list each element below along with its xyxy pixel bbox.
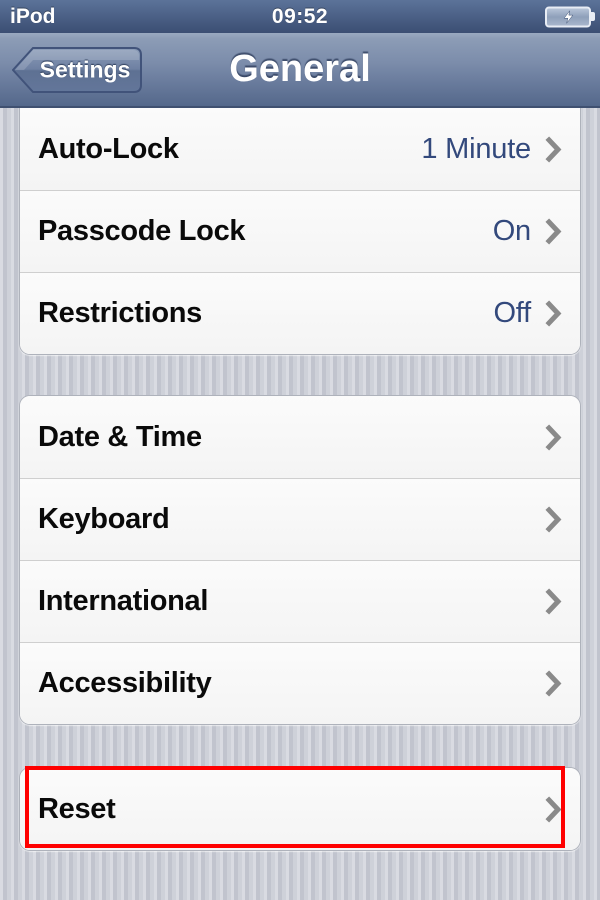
chevron-right-icon: [545, 300, 562, 327]
chevron-right-icon: [545, 423, 562, 451]
chevron-right-icon: [545, 588, 562, 615]
row-value: On: [492, 215, 531, 247]
settings-group-reset: Reset: [19, 767, 581, 851]
back-button-settings[interactable]: Settings: [12, 46, 142, 93]
row-label: Date & Time: [38, 420, 202, 453]
settings-row-passcode-lock[interactable]: Passcode Lock On: [20, 190, 580, 272]
row-value: Off: [493, 297, 531, 329]
settings-row-auto-lock[interactable]: Auto-Lock 1 Minute: [20, 108, 580, 190]
clock-label: 09:52: [271, 4, 329, 28]
screen: iPod 09:52 Settings General Auto-Lock 1 …: [0, 0, 600, 851]
status-bar: iPod 09:52: [0, 0, 600, 33]
row-label: Auto-Lock: [38, 132, 179, 165]
settings-list[interactable]: Auto-Lock 1 Minute Passcode Lock On Rest…: [0, 108, 600, 851]
settings-row-date-time[interactable]: Date & Time: [20, 396, 580, 478]
row-label: Restrictions: [38, 297, 202, 329]
settings-row-reset[interactable]: Reset: [20, 768, 580, 850]
settings-row-restrictions[interactable]: Restrictions Off: [20, 272, 580, 354]
chevron-right-icon: [545, 506, 562, 533]
chevron-right-icon: [545, 135, 562, 163]
row-label: Accessibility: [38, 667, 212, 699]
settings-row-keyboard[interactable]: Keyboard: [20, 478, 580, 560]
chevron-right-icon: [545, 670, 562, 697]
chevron-right-icon: [545, 218, 562, 245]
back-button-shape: [12, 46, 142, 93]
row-label: International: [38, 585, 209, 617]
settings-group-lock: Auto-Lock 1 Minute Passcode Lock On Rest…: [19, 108, 581, 355]
settings-row-international[interactable]: International: [20, 560, 580, 642]
row-label: Keyboard: [38, 503, 170, 535]
row-label: Reset: [38, 792, 116, 825]
settings-row-accessibility[interactable]: Accessibility: [20, 642, 580, 724]
row-label: Passcode Lock: [38, 215, 246, 247]
navigation-bar: Settings General: [0, 33, 600, 108]
status-bar-right: [545, 6, 591, 27]
page-title: General: [229, 48, 371, 90]
chevron-right-icon: [545, 795, 562, 823]
battery-charging-icon: [545, 6, 591, 27]
row-value: 1 Minute: [421, 132, 531, 165]
settings-group-system: Date & Time Keyboard International Acces…: [19, 395, 581, 725]
